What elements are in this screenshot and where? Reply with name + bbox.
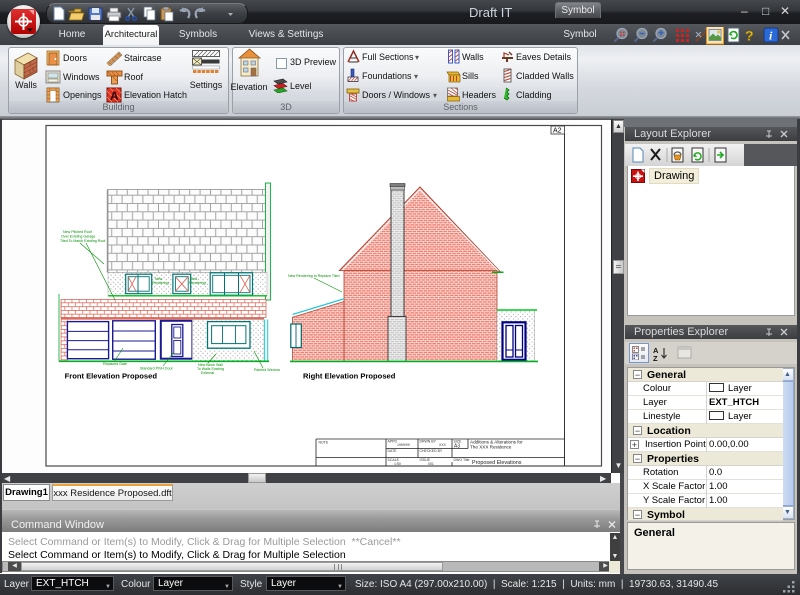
svg-text:?: ?: [745, 28, 754, 44]
svg-text:Rendering: Rendering: [152, 281, 169, 285]
svg-text:APPD: APPD: [388, 440, 398, 444]
svg-text:Over Existing Garage: Over Existing Garage: [61, 235, 95, 239]
svg-text:A2: A2: [553, 128, 562, 135]
svg-text:DWG Title: DWG Title: [454, 458, 470, 462]
svg-text:Tiled To Match Existing Roof: Tiled To Match Existing Roof: [60, 239, 105, 243]
svg-text:CHECKED BY: CHECKED BY: [420, 449, 443, 453]
svg-text:001: 001: [428, 462, 434, 466]
svg-text:XXX: XXX: [439, 443, 447, 447]
svg-text:Proposed Elevations: Proposed Elevations: [472, 460, 522, 466]
svg-text:DRWN BY: DRWN BY: [420, 440, 437, 444]
svg-text:DATE: DATE: [388, 449, 398, 453]
svg-text:Rendering: Rendering: [189, 281, 206, 285]
svg-text:1999/99: 1999/99: [397, 443, 410, 447]
svg-text:The XXX Residence: The XXX Residence: [470, 445, 512, 450]
svg-text:Replaced Gate: Replaced Gate: [103, 362, 127, 366]
svg-text:Front Elevation Proposed: Front Elevation Proposed: [65, 371, 158, 380]
svg-text:A: A: [110, 89, 119, 103]
svg-text:Right Elevation Proposed: Right Elevation Proposed: [303, 371, 396, 380]
svg-text:A3: A3: [454, 444, 460, 450]
svg-text:Z: Z: [653, 354, 658, 361]
svg-text:External: External: [201, 371, 214, 375]
svg-text:1:50: 1:50: [394, 462, 401, 466]
svg-text:New Rendering to Replace Tiled: New Rendering to Replace Tiled: [288, 274, 340, 278]
svg-text:Standard PIVH Door: Standard PIVH Door: [140, 367, 174, 371]
svg-text:New Pitched Roof: New Pitched Roof: [63, 230, 92, 234]
svg-text:Painted Window: Painted Window: [254, 368, 280, 372]
svg-text:NOTE: NOTE: [319, 441, 329, 445]
